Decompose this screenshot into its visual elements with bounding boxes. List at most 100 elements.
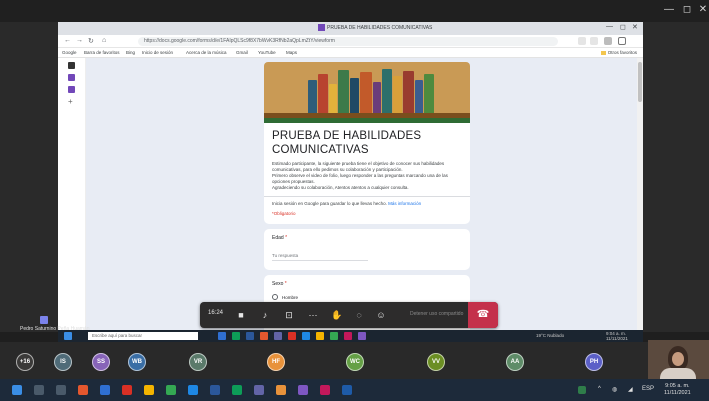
menu-icon[interactable] xyxy=(618,37,626,45)
windows-taskbar: ^ ◍ ◢ ESP 9:05 a. m. 11/11/2021 xyxy=(0,379,709,401)
app-icon[interactable] xyxy=(320,385,330,395)
address-bar: ← → ↻ ⌂ https://docs.google.com/forms/d/… xyxy=(58,35,643,48)
teams-icon[interactable] xyxy=(254,385,264,395)
bookmark-item[interactable]: Gmail xyxy=(236,48,248,58)
url-field[interactable]: https://docs.google.com/forms/d/e/1FAIpQ… xyxy=(138,37,558,46)
stop-sharing-label[interactable]: Detener uso compartido xyxy=(410,311,463,317)
form-description: Estimado participante, la siguiente prue… xyxy=(272,161,448,190)
app-icon[interactable] xyxy=(122,385,132,395)
app-icon xyxy=(232,332,240,340)
app-icon[interactable] xyxy=(210,385,220,395)
close-icon[interactable]: ✕ xyxy=(696,3,709,17)
app-icon[interactable] xyxy=(298,385,308,395)
books-banner xyxy=(264,62,470,118)
sidebar-tab-icon[interactable] xyxy=(68,62,75,69)
home-icon[interactable]: ⌂ xyxy=(102,37,106,44)
share-screen-icon[interactable]: ⊡ xyxy=(282,308,296,322)
reload-icon[interactable]: ↻ xyxy=(88,37,94,45)
question-label: Sexo * xyxy=(272,281,287,287)
shared-taskbar: Escribe aquí para buscar 19°C Nublado 9:… xyxy=(58,330,643,342)
hang-up-button[interactable]: ☎ xyxy=(468,302,498,328)
app-icon[interactable] xyxy=(232,385,242,395)
participants-strip: +16 IS SS WB VR HF WC VV AA PH xyxy=(0,342,709,379)
more-info-link[interactable]: Más información xyxy=(388,201,421,206)
google-form: PRUEBA DE HABILIDADES COMUNICATIVAS Esti… xyxy=(264,62,470,332)
tray-chevron-icon[interactable]: ^ xyxy=(598,386,601,392)
forms-icon xyxy=(318,24,325,32)
app-icon[interactable] xyxy=(166,385,176,395)
call-controls: 16:24 ■ ♪ ⊡ ⋯ ✋ ◌ ☺ Detener uso comparti… xyxy=(200,302,498,328)
app-icon[interactable] xyxy=(144,385,154,395)
app-icon[interactable] xyxy=(276,385,286,395)
sidebar-forms-icon[interactable] xyxy=(68,74,75,81)
back-icon[interactable]: ← xyxy=(64,37,71,44)
browser-close-icon[interactable]: ✕ xyxy=(632,23,638,31)
participant-avatar[interactable]: VR xyxy=(189,353,207,371)
search-icon[interactable] xyxy=(34,385,44,395)
bookmark-item[interactable]: Bing xyxy=(126,48,135,58)
app-icon[interactable] xyxy=(100,385,110,395)
bookmark-item[interactable]: Google xyxy=(62,48,77,58)
bookmark-item[interactable]: YouTube xyxy=(258,48,276,58)
browser-minimize-icon[interactable]: — xyxy=(606,23,613,30)
app-icon[interactable] xyxy=(342,385,352,395)
app-icon xyxy=(330,332,338,340)
windows-start-icon[interactable] xyxy=(12,385,22,395)
chat-icon[interactable] xyxy=(40,316,48,324)
participant-avatar[interactable]: WC xyxy=(346,353,364,371)
language-indicator[interactable]: ESP xyxy=(642,386,654,392)
participants-icon[interactable]: ☺ xyxy=(374,308,388,322)
taskbar-clock[interactable]: 9:05 a. m. 11/11/2021 xyxy=(664,383,691,397)
bookmark-item[interactable]: Maps xyxy=(286,48,297,58)
participant-avatar[interactable]: AA xyxy=(506,353,524,371)
radio-button[interactable] xyxy=(272,294,278,300)
app-icon xyxy=(288,332,296,340)
shared-search-box: Escribe aquí para buscar xyxy=(88,332,198,340)
raise-hand-icon[interactable]: ✋ xyxy=(330,308,344,322)
volume-icon[interactable]: ◢ xyxy=(628,386,633,393)
participant-avatar[interactable]: SS xyxy=(92,353,110,371)
bookmark-item[interactable]: Inicio de sesión xyxy=(142,48,173,58)
task-view-icon[interactable] xyxy=(56,385,66,395)
more-options-icon[interactable]: ⋯ xyxy=(306,308,320,322)
add-icon[interactable]: + xyxy=(68,98,75,106)
browser-tab[interactable]: PRUEBA DE HABILIDADES COMUNICATIVAS xyxy=(318,23,432,33)
minimize-icon[interactable]: — xyxy=(662,3,676,17)
question-label: Edad * xyxy=(272,235,288,241)
chat-bubble-icon[interactable]: ◌ xyxy=(352,308,366,322)
camera-icon[interactable]: ■ xyxy=(234,308,248,322)
participant-avatar[interactable]: VV xyxy=(427,353,445,371)
bookmark-item[interactable]: Acerca de la música xyxy=(186,48,227,58)
participant-avatar[interactable]: HF xyxy=(267,353,285,371)
app-icon xyxy=(218,332,226,340)
profile-icon[interactable] xyxy=(604,37,612,45)
app-icon[interactable] xyxy=(78,385,88,395)
forward-icon[interactable]: → xyxy=(76,37,83,44)
radio-option-hombre[interactable]: Hombre xyxy=(272,294,462,300)
restore-icon[interactable]: ◻ xyxy=(680,3,694,17)
participant-avatar[interactable]: PH xyxy=(585,353,603,371)
browser-maximize-icon[interactable]: ◻ xyxy=(620,23,626,31)
age-input[interactable]: Tu respuesta xyxy=(272,253,368,261)
signin-note: Inicia sesión en Google para guardar lo … xyxy=(272,201,422,206)
page-scrollbar[interactable] xyxy=(637,58,643,332)
participant-avatar[interactable]: IS xyxy=(54,353,72,371)
app-icon xyxy=(316,332,324,340)
favorites-icon[interactable] xyxy=(590,37,598,45)
app-icon xyxy=(274,332,282,340)
sidebar-forms-icon[interactable] xyxy=(68,86,75,93)
extension-icon[interactable] xyxy=(578,37,586,45)
edge-icon[interactable] xyxy=(188,385,198,395)
stage-left-margin xyxy=(0,22,58,332)
mic-off-icon[interactable]: ♪ xyxy=(258,308,272,322)
network-icon[interactable]: ◍ xyxy=(612,386,617,393)
bookmarks-bar: Google Barra de favoritos Bing Inicio de… xyxy=(58,48,643,58)
other-favorites[interactable]: Otros favoritos xyxy=(601,48,637,58)
bookmark-item[interactable]: Barra de favoritos xyxy=(84,48,120,58)
participant-avatar[interactable]: WB xyxy=(128,353,146,371)
tray-app-icon[interactable] xyxy=(578,386,586,394)
participant-avatar[interactable]: +16 xyxy=(16,353,34,371)
form-title: PRUEBA DE HABILIDADES COMUNICATIVAS xyxy=(272,130,422,156)
question-card-age: Edad * Tu respuesta xyxy=(264,229,470,270)
weather-widget: 19°C Nublado xyxy=(536,333,565,338)
